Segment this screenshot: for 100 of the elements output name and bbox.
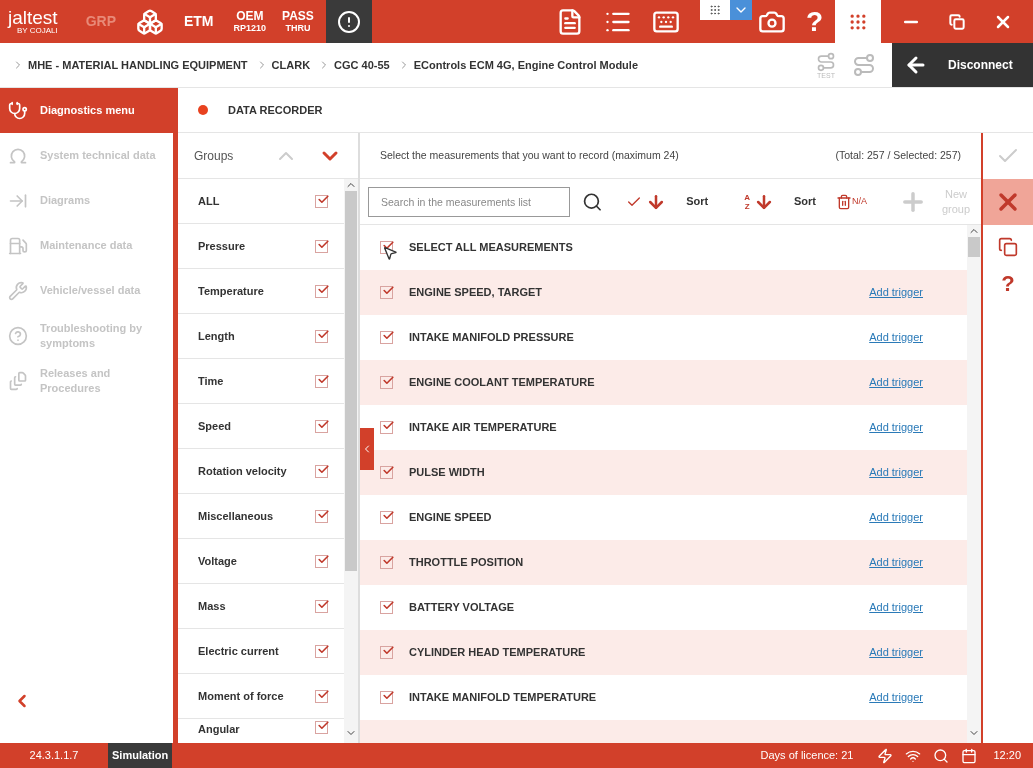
checkbox[interactable] bbox=[315, 329, 328, 343]
scroll-thumb[interactable] bbox=[968, 237, 980, 257]
scrollbar[interactable] bbox=[344, 179, 358, 743]
checkbox[interactable] bbox=[380, 466, 393, 479]
add-trigger-link[interactable]: Add trigger bbox=[869, 644, 923, 661]
group-label[interactable]: Pressure bbox=[198, 237, 315, 255]
group-label[interactable]: Speed bbox=[198, 417, 315, 435]
breadcrumb-item[interactable]: CGC 40-55 bbox=[334, 56, 390, 74]
copy-icon[interactable] bbox=[998, 237, 1018, 257]
add-trigger-link[interactable]: Add trigger bbox=[869, 599, 923, 616]
licence-text: Days of licence: 21 bbox=[760, 748, 854, 764]
group-label[interactable]: Temperature bbox=[198, 282, 315, 300]
cursor-icon bbox=[382, 245, 398, 261]
instructions-text: Select the measurements that you want to record (maximum 24) bbox=[380, 147, 679, 163]
group-label[interactable]: Angular bbox=[198, 721, 315, 738]
tool-button[interactable]: ETM bbox=[172, 0, 226, 43]
chevron-down-icon[interactable] bbox=[729, 0, 752, 20]
group-label[interactable]: Time bbox=[198, 372, 315, 390]
question-circle-icon bbox=[8, 325, 28, 346]
measurement-name: ENGINE SPEED, TARGET bbox=[409, 285, 544, 301]
checkbox[interactable] bbox=[315, 644, 328, 658]
cancel-button[interactable] bbox=[983, 179, 1033, 225]
na-label: N/A bbox=[852, 194, 867, 208]
checkbox[interactable] bbox=[315, 464, 328, 478]
sort-label: Sort bbox=[794, 194, 816, 210]
documents-icon bbox=[8, 370, 28, 391]
group-label[interactable]: Electric current bbox=[198, 642, 315, 660]
checkbox[interactable] bbox=[380, 511, 393, 524]
fuel-pump-icon bbox=[8, 235, 28, 256]
add-trigger-link[interactable]: Add trigger bbox=[869, 464, 923, 481]
measurement-name: INTAKE AIR TEMPERATURE bbox=[409, 420, 558, 436]
sort-checked-button[interactable]: Sort bbox=[626, 191, 709, 212]
sidebar-item[interactable]: Diagnostics menu bbox=[0, 88, 173, 133]
checkbox[interactable] bbox=[315, 554, 328, 568]
measurement-name: INTAKE MANIFOLD PRESSURE bbox=[409, 330, 575, 346]
checkbox[interactable] bbox=[315, 721, 328, 734]
disconnect-button[interactable]: Disconnect bbox=[892, 43, 1033, 87]
sort-label: Sort bbox=[686, 194, 709, 210]
alert-icon[interactable] bbox=[325, 0, 372, 43]
help-button[interactable]: ? bbox=[1001, 273, 1015, 295]
checkbox[interactable] bbox=[380, 601, 393, 614]
sort-alpha-button[interactable]: A Z Sort bbox=[744, 191, 816, 212]
checkbox[interactable] bbox=[380, 421, 393, 434]
measurement-name: BATTERY VOLTAGE bbox=[409, 600, 516, 616]
add-trigger-link[interactable]: Add trigger bbox=[869, 419, 923, 436]
version-text: 24.3.1.1.7 bbox=[28, 748, 80, 764]
checkbox[interactable] bbox=[315, 239, 328, 253]
checkbox[interactable] bbox=[315, 194, 328, 208]
add-trigger-link[interactable]: Add trigger bbox=[869, 284, 923, 301]
restore-icon[interactable] bbox=[949, 13, 965, 30]
trash-icon bbox=[836, 193, 852, 210]
add-trigger-link[interactable]: Add trigger bbox=[869, 329, 923, 346]
grid-icon[interactable] bbox=[699, 0, 730, 20]
checkbox[interactable] bbox=[380, 646, 393, 659]
checkbox[interactable] bbox=[315, 374, 328, 388]
group-label[interactable]: Miscellaneous bbox=[198, 507, 315, 525]
checkbox[interactable] bbox=[315, 689, 328, 703]
select-all-label[interactable]: SELECT ALL MEASUREMENTS bbox=[409, 239, 573, 256]
measurement-name: ENGINE SPEED bbox=[409, 510, 493, 526]
checkbox[interactable] bbox=[315, 599, 328, 613]
add-trigger-link[interactable]: Add trigger bbox=[869, 374, 923, 391]
checkbox[interactable] bbox=[315, 509, 328, 523]
section-title: DATA RECORDER bbox=[228, 102, 323, 118]
group-label[interactable]: Mass bbox=[198, 597, 315, 615]
group-label[interactable]: Voltage bbox=[198, 552, 315, 570]
add-trigger-link[interactable]: Add trigger bbox=[869, 689, 923, 706]
group-label[interactable]: Moment of force bbox=[198, 687, 315, 705]
stethoscope-icon bbox=[8, 100, 28, 121]
add-trigger-link[interactable]: Add trigger bbox=[869, 554, 923, 571]
wrench-icon bbox=[8, 280, 28, 301]
mode-badge: Simulation bbox=[108, 743, 173, 768]
clock-text: 12:20 bbox=[993, 748, 1021, 764]
checkbox[interactable] bbox=[380, 331, 393, 344]
search-field[interactable]: Search in the measurements list bbox=[368, 186, 570, 217]
scrollbar[interactable] bbox=[967, 225, 981, 743]
checkbox[interactable] bbox=[380, 286, 393, 299]
delete-na-button[interactable]: N/A bbox=[836, 193, 867, 210]
tool-button[interactable]: PASS THRU bbox=[274, 0, 322, 43]
checkbox[interactable] bbox=[380, 376, 393, 389]
measurement-name: INTAKE MANIFOLD TEMPERATURE bbox=[409, 690, 598, 706]
tool-button[interactable]: OEM RP1210 bbox=[225, 0, 275, 43]
calendar-icon bbox=[961, 747, 978, 764]
checkbox[interactable] bbox=[380, 691, 393, 704]
checkbox[interactable] bbox=[315, 284, 328, 298]
logo: jaltest bbox=[8, 8, 58, 27]
group-label[interactable]: Rotation velocity bbox=[198, 462, 315, 480]
breadcrumb-item[interactable]: CLARK bbox=[271, 56, 311, 74]
totals-text: (Total: 257 / Selected: 257) bbox=[835, 147, 961, 163]
help-button[interactable]: ? bbox=[805, 7, 823, 36]
breadcrumb-item[interactable]: EControls ECM 4G, Engine Control Module bbox=[413, 56, 638, 74]
group-label[interactable]: ALL bbox=[198, 192, 315, 210]
checkbox[interactable] bbox=[315, 419, 328, 433]
add-trigger-link[interactable]: Add trigger bbox=[869, 509, 923, 526]
alpha-icon: A Z bbox=[744, 192, 750, 211]
group-label[interactable]: Length bbox=[198, 327, 315, 345]
breadcrumb-item[interactable]: MHE - MATERIAL HANDLING EQUIPMENT bbox=[28, 56, 248, 74]
groups-title: Groups bbox=[194, 147, 235, 165]
scroll-thumb[interactable] bbox=[345, 191, 357, 571]
apps-icon[interactable] bbox=[835, 0, 881, 43]
checkbox[interactable] bbox=[380, 556, 393, 569]
